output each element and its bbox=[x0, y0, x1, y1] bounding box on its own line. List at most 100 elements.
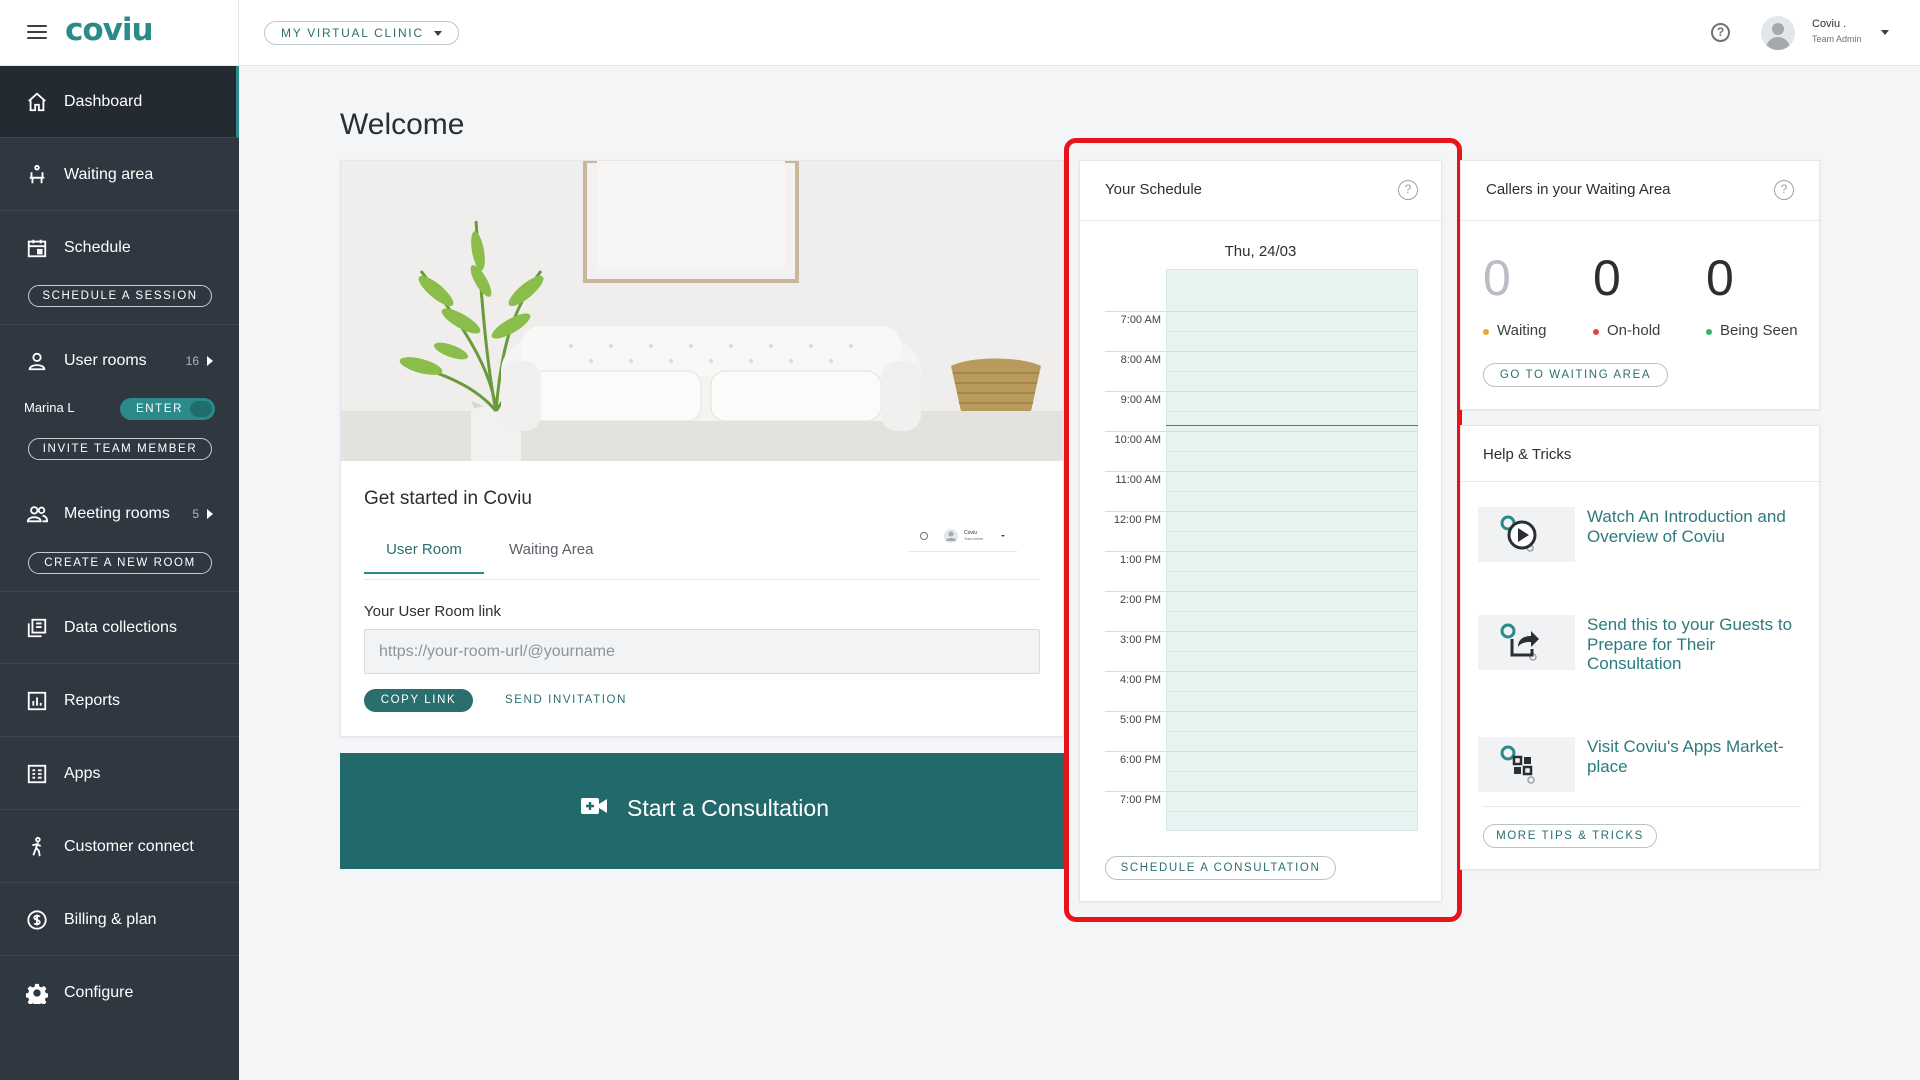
user-room-owner: Marina L bbox=[24, 400, 75, 415]
schedule-consultation-button[interactable]: SCHEDULE A CONSULTATION bbox=[1105, 856, 1336, 880]
caret-down-icon bbox=[433, 31, 442, 36]
sidebar-item-schedule[interactable]: Schedule SCHEDULE A SESSION bbox=[0, 212, 239, 325]
user-role: Team Admin bbox=[1812, 34, 1862, 44]
help-header: Help & Tricks bbox=[1461, 426, 1819, 482]
sidebar-item-waiting-area[interactable]: Waiting area bbox=[0, 139, 239, 211]
send-invitation-button[interactable]: SEND INVITATION bbox=[505, 689, 627, 712]
help-title: Help & Tricks bbox=[1483, 446, 1572, 463]
group-icon bbox=[26, 506, 48, 523]
sidebar-item-label: Apps bbox=[64, 764, 101, 782]
toggle-knob bbox=[190, 401, 212, 417]
time-label: 6:00 PM bbox=[1120, 754, 1161, 766]
schedule-header: Your Schedule ? bbox=[1080, 161, 1441, 221]
sidebar-item-label: Configure bbox=[64, 984, 134, 1001]
sidebar-item-label: Waiting area bbox=[64, 165, 154, 183]
stat-being-seen: 0 Being Seen bbox=[1706, 253, 1798, 339]
clinic-selector[interactable]: MY VIRTUAL CLINIC bbox=[264, 21, 459, 45]
schedule-day-column[interactable] bbox=[1166, 269, 1418, 831]
schedule-session-button[interactable]: SCHEDULE A SESSION bbox=[28, 285, 212, 307]
half-hour-gridline bbox=[1166, 571, 1418, 572]
hour-gridline bbox=[1105, 551, 1418, 552]
half-hour-gridline bbox=[1166, 531, 1418, 532]
half-hour-gridline bbox=[1166, 371, 1418, 372]
sidebar-item-billing[interactable]: Billing & plan bbox=[0, 884, 239, 956]
waiting-dot-icon bbox=[1483, 329, 1489, 335]
help-icon[interactable]: ? bbox=[1711, 23, 1730, 42]
tip-intro[interactable]: Watch An Introduction and Overview of Co… bbox=[1478, 507, 1808, 567]
time-label: 7:00 AM bbox=[1120, 314, 1161, 326]
get-started-card: Get started in Coviu User Room Waiting A… bbox=[340, 160, 1064, 737]
tip-guests[interactable]: Send this to your Guests to Prepare for … bbox=[1478, 615, 1808, 677]
hour-gridline bbox=[1105, 791, 1418, 792]
enter-room-toggle[interactable]: ENTER bbox=[120, 398, 215, 420]
sidebar-item-label: Dashboard bbox=[64, 92, 143, 110]
sidebar-item-label: Customer connect bbox=[64, 837, 194, 855]
coviu-logo[interactable]: coviu bbox=[65, 12, 154, 48]
tip-guests-text: Send this to your Guests to Prepare for … bbox=[1587, 615, 1793, 674]
sidebar-item-apps[interactable]: Apps bbox=[0, 738, 239, 810]
sidebar-item-data-collections[interactable]: Data collections bbox=[0, 592, 239, 664]
sidebar-item-meeting-rooms[interactable]: Meeting rooms 5 CREATE A NEW ROOM bbox=[0, 478, 239, 592]
create-room-button[interactable]: CREATE A NEW ROOM bbox=[28, 552, 212, 574]
user-rooms-count: 16 bbox=[185, 354, 199, 368]
play-icon bbox=[1478, 507, 1575, 562]
hour-gridline bbox=[1105, 671, 1418, 672]
start-consultation-button[interactable]: Start a Consultation bbox=[340, 753, 1064, 869]
avatar[interactable] bbox=[1761, 16, 1795, 50]
dollar-circle-icon bbox=[27, 909, 47, 930]
caret-down-icon[interactable] bbox=[1881, 30, 1889, 35]
tabs-divider bbox=[364, 579, 1039, 580]
current-time-line bbox=[1166, 425, 1418, 426]
half-hour-gridline bbox=[1166, 331, 1418, 332]
living-room-image bbox=[341, 161, 1063, 461]
time-label: 5:00 PM bbox=[1120, 714, 1161, 726]
help-icon[interactable]: ? bbox=[1398, 180, 1418, 200]
room-url-input[interactable] bbox=[364, 629, 1040, 674]
apps-grid-icon bbox=[1478, 737, 1575, 792]
time-label: 3:00 PM bbox=[1120, 634, 1161, 646]
on-hold-dot-icon bbox=[1593, 329, 1599, 335]
tab-waiting-area[interactable]: Waiting Area bbox=[509, 541, 594, 558]
enter-label: ENTER bbox=[136, 403, 183, 415]
hour-gridline bbox=[1105, 631, 1418, 632]
chevron-right-icon[interactable] bbox=[207, 356, 213, 366]
calendar-icon bbox=[27, 239, 47, 258]
time-label: 2:00 PM bbox=[1120, 594, 1161, 606]
tip-intro-text: Watch An Introduction and Overview of Co… bbox=[1587, 507, 1786, 546]
user-icon bbox=[28, 352, 46, 371]
apps-icon bbox=[27, 764, 47, 783]
callers-header: Callers in your Waiting Area ? bbox=[1461, 161, 1819, 221]
half-hour-gridline bbox=[1166, 611, 1418, 612]
stat-being-seen-label: Being Seen bbox=[1706, 322, 1798, 339]
brand-bar: coviu bbox=[0, 0, 239, 66]
help-divider bbox=[1483, 806, 1801, 807]
hour-gridline bbox=[1105, 751, 1418, 752]
sidebar-item-reports[interactable]: Reports bbox=[0, 665, 239, 737]
hour-gridline bbox=[1105, 591, 1418, 592]
collections-icon bbox=[27, 618, 47, 637]
more-tips-button[interactable]: MORE TIPS & TRICKS bbox=[1483, 824, 1657, 848]
invite-team-member-button[interactable]: INVITE TEAM MEMBER bbox=[28, 438, 212, 460]
copy-link-button[interactable]: COPY LINK bbox=[364, 689, 473, 712]
chevron-right-icon[interactable] bbox=[207, 509, 213, 519]
hour-gridline bbox=[1105, 511, 1418, 512]
gear-icon bbox=[26, 983, 48, 1004]
sidebar-item-label: Schedule bbox=[64, 239, 131, 256]
clinic-selector-label: MY VIRTUAL CLINIC bbox=[281, 26, 424, 40]
go-to-waiting-area-button[interactable]: GO TO WAITING AREA bbox=[1483, 363, 1668, 387]
top-bar: MY VIRTUAL CLINIC ? Coviu . Team Admin bbox=[239, 0, 1920, 66]
sidebar-item-customer-connect[interactable]: Customer connect bbox=[0, 811, 239, 883]
time-label: 11:00 AM bbox=[1115, 474, 1161, 486]
half-hour-gridline bbox=[1166, 691, 1418, 692]
start-consultation-label: Start a Consultation bbox=[627, 795, 830, 821]
hour-gridline bbox=[1105, 431, 1418, 432]
time-label: 1:00 PM bbox=[1120, 554, 1161, 566]
tip-apps[interactable]: Visit Coviu's Apps Market-place bbox=[1478, 737, 1808, 792]
stat-waiting: 0 Waiting bbox=[1483, 253, 1546, 339]
help-icon[interactable]: ? bbox=[1774, 180, 1794, 200]
hamburger-menu-icon[interactable] bbox=[27, 25, 47, 39]
sidebar-item-dashboard[interactable]: Dashboard bbox=[0, 66, 239, 138]
tab-user-room[interactable]: User Room bbox=[364, 541, 484, 574]
sidebar-item-configure[interactable]: Configure bbox=[0, 957, 239, 1029]
page-title: Welcome bbox=[340, 108, 465, 141]
